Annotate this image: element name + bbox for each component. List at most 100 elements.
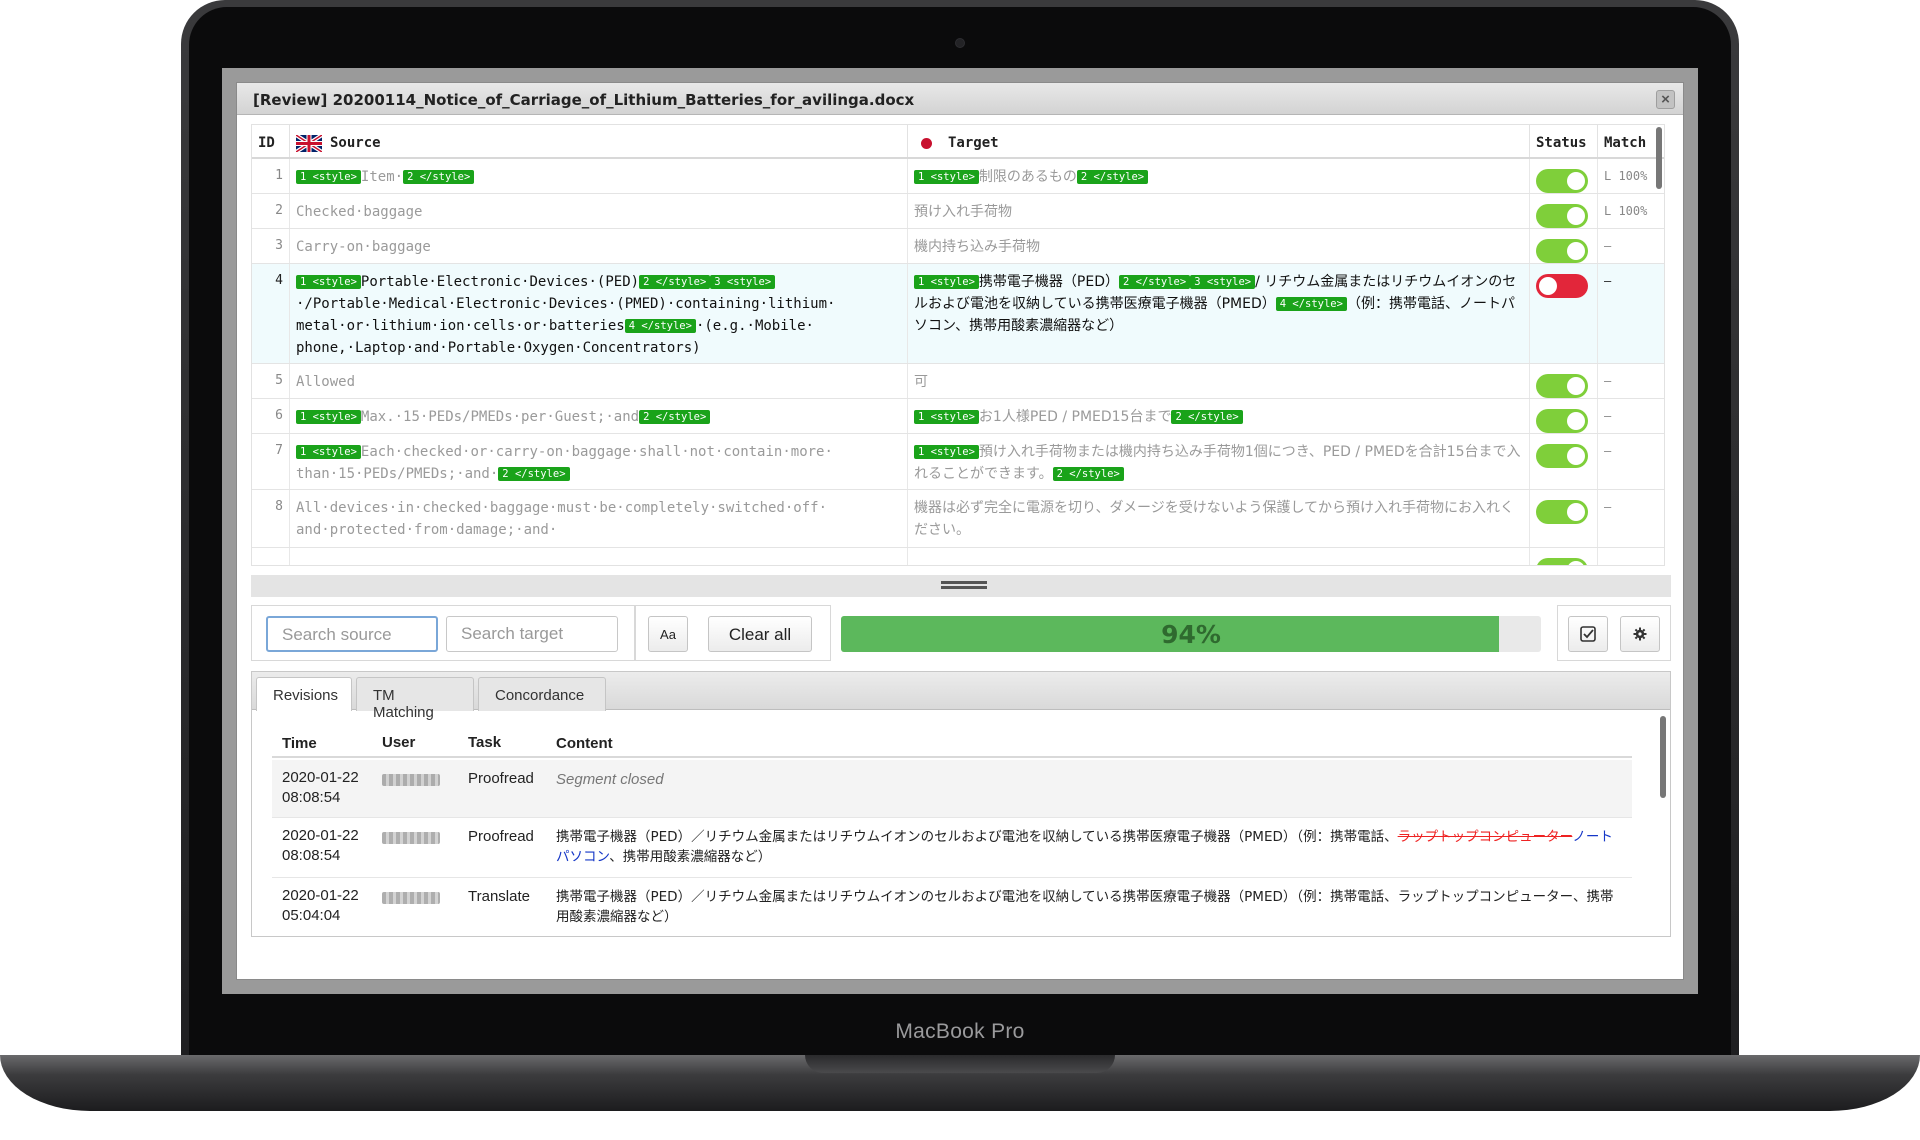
inline-tag[interactable]: 2 </style> xyxy=(639,275,711,289)
segment-source[interactable]: 1 <style> Portable·Electronic·Devices·(PE… xyxy=(290,264,908,363)
inline-tag[interactable]: 2 </style> xyxy=(639,410,711,424)
tab-tm-matching[interactable]: TM Matching xyxy=(356,677,474,721)
tab-concordance[interactable]: Concordance xyxy=(478,677,606,711)
segment-id: 3 xyxy=(252,229,290,263)
col-header-user: User xyxy=(382,734,416,751)
clear-all-button[interactable]: Clear all xyxy=(708,616,812,652)
revision-row[interactable]: 2020-01-22 05:04:04 Translate 携帯電子機器（PED… xyxy=(272,878,1632,936)
segment-target[interactable]: 1 <style> 制限のあるもの 2 </style> xyxy=(908,159,1530,193)
source-text: Portable·Electronic·Devices·(PED) xyxy=(360,274,640,290)
grid-scrollbar[interactable] xyxy=(1656,127,1662,189)
segment-row[interactable]: 5 Allowed 可 – xyxy=(252,364,1664,399)
search-source-input[interactable]: Search source xyxy=(266,616,438,652)
segment-row[interactable]: 8 All·devices·in·checked·baggage·must·be… xyxy=(252,490,1664,548)
blurred-username xyxy=(382,892,440,904)
inline-tag[interactable]: 1 <style> xyxy=(296,410,361,424)
inline-tag[interactable]: 3 <style> xyxy=(710,275,776,289)
segment-source[interactable]: Carry-on·baggage xyxy=(290,229,908,263)
segment-id: 1 xyxy=(252,159,290,193)
segment-target[interactable]: 可 xyxy=(908,364,1530,398)
col-header-status[interactable]: Status xyxy=(1530,125,1598,157)
close-icon[interactable]: × xyxy=(1656,90,1675,109)
revision-time: 2020-01-22 08:08:54 xyxy=(282,768,372,808)
segment-row[interactable]: 1 1 <style> Item· 2 </style> 1 <style> 制限のあ… xyxy=(252,159,1664,194)
revision-clock: 08:08:54 xyxy=(282,847,341,864)
segment-source[interactable]: All·devices·in·checked·baggage·must·be·c… xyxy=(290,490,908,547)
inline-tag[interactable]: 2 </style> xyxy=(1171,410,1243,424)
revision-time: 2020-01-22 08:08:54 xyxy=(282,826,372,866)
status-toggle[interactable] xyxy=(1536,239,1588,263)
segment-row[interactable]: 7 1 <style> Each·checked·or·carry-on·bagg… xyxy=(252,434,1664,490)
inline-tag[interactable]: 1 <style> xyxy=(296,170,361,184)
gear-icon[interactable] xyxy=(1620,616,1660,652)
uk-flag-icon xyxy=(296,135,322,152)
col-header-match[interactable]: Match xyxy=(1598,125,1664,157)
segment-target[interactable]: 1 <style> 携帯電子機器（PED） 2 </style> 3 <style> /… xyxy=(908,264,1530,363)
target-text: 携帯電子機器（PED） xyxy=(978,274,1119,290)
segment-source[interactable]: Checked·baggage xyxy=(290,194,908,228)
segment-row[interactable]: 3 Carry-on·baggage 機内持ち込み手荷物 – xyxy=(252,229,1664,264)
checkbox-icon[interactable] xyxy=(1568,616,1608,652)
inline-tag[interactable]: 4 </style> xyxy=(624,319,696,333)
segment-row[interactable]: 6 1 <style> Max.·15·PEDs/PMEDs·per·Guest;… xyxy=(252,399,1664,434)
status-toggle[interactable] xyxy=(1536,409,1588,433)
status-toggle[interactable] xyxy=(1536,204,1588,228)
laptop-notch xyxy=(805,1055,1115,1073)
status-toggle[interactable] xyxy=(1536,169,1588,193)
segment-target[interactable]: 1 <style> お1人様PED / PMED15台まで 2 </style> xyxy=(908,399,1530,433)
status-toggle[interactable] xyxy=(1536,444,1588,468)
inline-tag[interactable]: 2 </style> xyxy=(1052,467,1124,481)
inline-tag[interactable]: 1 <style> xyxy=(914,445,979,459)
segment-source[interactable]: 1 <style> Item· 2 </style> xyxy=(290,159,908,193)
inline-tag[interactable]: 1 <style> xyxy=(296,445,361,459)
segment-source[interactable]: Allowed xyxy=(290,364,908,398)
inline-tag[interactable]: 1 <style> xyxy=(914,410,979,424)
match-value: – xyxy=(1598,229,1664,263)
segment-target[interactable]: 機内持ち込み手荷物 xyxy=(908,229,1530,263)
match-value: – xyxy=(1598,264,1664,363)
revision-row[interactable]: 2020-01-22 08:08:54 Proofread Segment cl… xyxy=(272,760,1632,818)
col-header-content: Content xyxy=(556,735,613,752)
segment-target[interactable]: 1 <style> 預け入れ手荷物または機内持ち込み手荷物1個につき、PED / … xyxy=(908,434,1530,489)
segment-row-active[interactable]: 4 1 <style> Portable·Electronic·Devices·(… xyxy=(252,264,1664,364)
col-header-target[interactable]: Target xyxy=(908,125,1530,157)
status-toggle[interactable] xyxy=(1536,274,1588,298)
inline-tag[interactable]: 3 <style> xyxy=(1190,275,1256,289)
segment-source[interactable]: 1 <style> Max.·15·PEDs/PMEDs·per·Guest;·a… xyxy=(290,399,908,433)
segment-row[interactable]: 2 Checked·baggage 預け入れ手荷物 L 100% xyxy=(252,194,1664,229)
inline-tag[interactable]: 1 <style> xyxy=(914,170,979,184)
panel-splitter[interactable] xyxy=(251,575,1671,597)
deleted-text: ラップトップコンピューター xyxy=(1397,829,1573,845)
revision-task: Proofread xyxy=(468,770,534,787)
match-case-button[interactable]: Aa xyxy=(648,616,688,652)
segment-target[interactable]: 機器は必ず完全に電源を切り、ダメージを受けないよう保護してから預け入れ手荷物にお… xyxy=(908,490,1530,547)
status-toggle[interactable] xyxy=(1536,500,1588,524)
tab-revisions[interactable]: Revisions xyxy=(256,677,352,711)
inline-tag[interactable]: 1 <style> xyxy=(914,275,979,289)
status-toggle[interactable] xyxy=(1536,558,1588,565)
status-toggle[interactable] xyxy=(1536,374,1588,398)
progress-label: 94% xyxy=(1161,620,1221,649)
target-text: お1人様PED / PMED15台まで xyxy=(978,409,1172,425)
revision-row[interactable]: 2020-01-22 08:08:54 Proofread 携帯電子機器（PED… xyxy=(272,818,1632,878)
inline-tag[interactable]: 2 </style> xyxy=(1118,275,1191,289)
inline-tag[interactable]: 2 </style> xyxy=(403,170,475,184)
segment-row[interactable] xyxy=(252,548,1664,565)
revisions-scrollbar[interactable] xyxy=(1660,716,1666,798)
drag-handle-icon[interactable] xyxy=(941,581,987,589)
revision-clock: 08:08:54 xyxy=(282,789,341,806)
search-target-input[interactable]: Search target xyxy=(446,616,618,652)
col-header-source[interactable]: Source xyxy=(290,125,908,157)
inline-tag[interactable]: 2 </style> xyxy=(1076,170,1149,184)
col-header-target-label: Target xyxy=(948,135,999,151)
inline-tag[interactable]: 2 </style> xyxy=(498,467,570,481)
segment-source[interactable]: 1 <style> Each·checked·or·carry-on·baggag… xyxy=(290,434,908,489)
inline-tag[interactable]: 4 </style> xyxy=(1275,297,1347,311)
revision-date: 2020-01-22 xyxy=(282,827,359,844)
laptop-screen: [Review] 20200114_Notice_of_Carriage_of_… xyxy=(222,68,1698,994)
inline-tag[interactable]: 1 <style> xyxy=(296,275,361,289)
match-value: L 100% xyxy=(1598,159,1664,193)
dialog-titlebar: [Review] 20200114_Notice_of_Carriage_of_… xyxy=(237,83,1683,115)
segment-target[interactable]: 預け入れ手荷物 xyxy=(908,194,1530,228)
col-header-id[interactable]: ID xyxy=(252,125,290,157)
